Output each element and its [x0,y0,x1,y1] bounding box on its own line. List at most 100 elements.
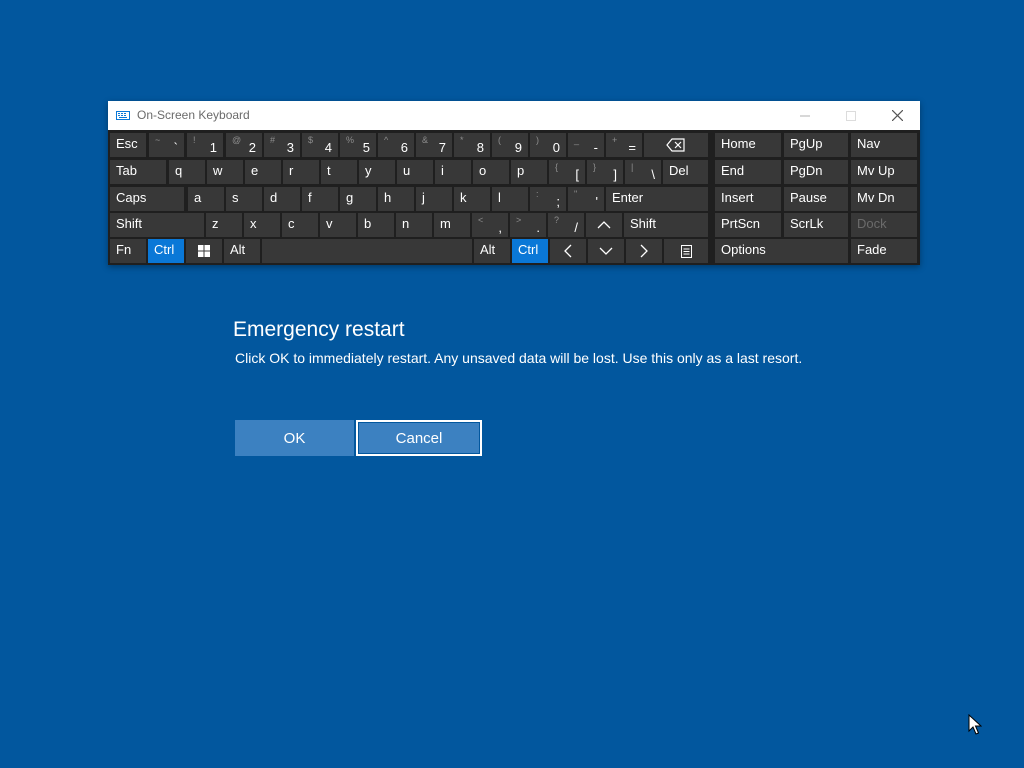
key-caps[interactable]: Caps [110,187,184,211]
key-c[interactable]: c [282,213,318,237]
key-insert[interactable]: Insert [715,187,781,211]
key-p[interactable]: p [511,160,547,184]
key-main-symbol: \ [651,167,655,182]
key-g[interactable]: g [340,187,376,211]
key-8[interactable]: * 8 [454,133,490,157]
key-1[interactable]: ! 1 [187,133,223,157]
key-left[interactable] [550,239,586,263]
key-minus[interactable]: _ - [568,133,604,157]
key-3[interactable]: #3 [264,133,300,157]
key-rshift[interactable]: Shift [624,213,708,237]
key-e[interactable]: e [245,160,281,184]
arrow-left-icon [550,239,586,263]
key-tab[interactable]: Tab [110,160,166,184]
key-v[interactable]: v [320,213,356,237]
key-2[interactable]: @2 [226,133,262,157]
key-mvdn[interactable]: Mv Dn [851,187,917,211]
key-main-symbol: = [628,140,636,155]
key-rbracket[interactable]: }] [587,160,623,184]
key-label: Ctrl [518,242,539,257]
cancel-button[interactable]: Cancel [356,420,482,456]
key-y[interactable]: y [359,160,395,184]
key-period[interactable]: >. [510,213,546,237]
key-mvup[interactable]: Mv Up [851,160,917,184]
key-w[interactable]: w [207,160,243,184]
key-menu[interactable] [664,239,708,263]
key-label: u [403,163,411,178]
maximize-button[interactable] [828,101,874,130]
key-0[interactable]: ) 0 [530,133,566,157]
key-shift-symbol: + [612,135,618,145]
key-prtscn[interactable]: PrtScn [715,213,781,237]
key-u[interactable]: u [397,160,433,184]
key-comma[interactable]: <, [472,213,508,237]
key-label: End [721,163,745,178]
ok-button[interactable]: OK [235,420,354,456]
key-6[interactable]: ^ 6 [378,133,414,157]
key-ralt[interactable]: Alt [474,239,510,263]
key-options[interactable]: Options [715,239,848,263]
key-space[interactable] [262,239,472,263]
osk-titlebar[interactable]: On-Screen Keyboard [108,101,920,130]
key-label: Caps [116,190,147,205]
minimize-button[interactable] [782,101,828,130]
key-slash[interactable]: ? / [548,213,584,237]
key-o[interactable]: o [473,160,509,184]
key-4[interactable]: $4 [302,133,338,157]
key-j[interactable]: j [416,187,452,211]
key-9[interactable]: (9 [492,133,528,157]
key-backslash[interactable]: | \ [625,160,661,184]
key-k[interactable]: k [454,187,490,211]
key-d[interactable]: d [264,187,300,211]
key-x[interactable]: x [244,213,280,237]
key-r[interactable]: r [283,160,319,184]
key-del[interactable]: Del [663,160,708,184]
key-q[interactable]: q [169,160,205,184]
key-h[interactable]: h [378,187,414,211]
key-lshift[interactable]: Shift [110,213,204,237]
key-down[interactable] [588,239,624,263]
key-rctrl[interactable]: Ctrl [512,239,548,263]
key-esc[interactable]: Esc [110,133,146,157]
key-quote[interactable]: " ' [568,187,604,211]
key-enter[interactable]: Enter [606,187,708,211]
key-shift-symbol: > [516,215,522,225]
key-7[interactable]: & 7 [416,133,452,157]
key-fade[interactable]: Fade [851,239,917,263]
key-backtick[interactable]: ~ ` [149,133,184,157]
key-5[interactable]: % 5 [340,133,376,157]
key-semicolon[interactable]: :; [530,187,566,211]
key-end[interactable]: End [715,160,781,184]
close-button[interactable] [874,101,920,130]
key-a[interactable]: a [188,187,224,211]
key-i[interactable]: i [435,160,471,184]
key-lalt[interactable]: Alt [224,239,260,263]
key-dock[interactable]: Dock [851,213,917,237]
key-s[interactable]: s [226,187,262,211]
key-l[interactable]: l [492,187,528,211]
key-equals[interactable]: + = [606,133,642,157]
key-f[interactable]: f [302,187,338,211]
key-scrlk[interactable]: ScrLk [784,213,848,237]
key-home[interactable]: Home [715,133,781,157]
key-z[interactable]: z [206,213,242,237]
key-t[interactable]: t [321,160,357,184]
key-pgup[interactable]: PgUp [784,133,848,157]
key-right[interactable] [626,239,662,263]
key-pgdn[interactable]: PgDn [784,160,848,184]
key-up[interactable] [586,213,622,237]
key-nav[interactable]: Nav [851,133,917,157]
key-lctrl[interactable]: Ctrl [148,239,184,263]
key-label: Ctrl [154,242,175,257]
key-n[interactable]: n [396,213,432,237]
key-win[interactable] [186,239,222,263]
key-shift-symbol: : [536,189,539,199]
key-label: w [213,163,223,178]
key-pause[interactable]: Pause [784,187,848,211]
key-fn[interactable]: Fn [110,239,146,263]
key-m[interactable]: m [434,213,470,237]
arrow-down-icon [588,239,624,263]
key-lbracket[interactable]: {[ [549,160,585,184]
key-backspace[interactable] [644,133,708,157]
key-b[interactable]: b [358,213,394,237]
